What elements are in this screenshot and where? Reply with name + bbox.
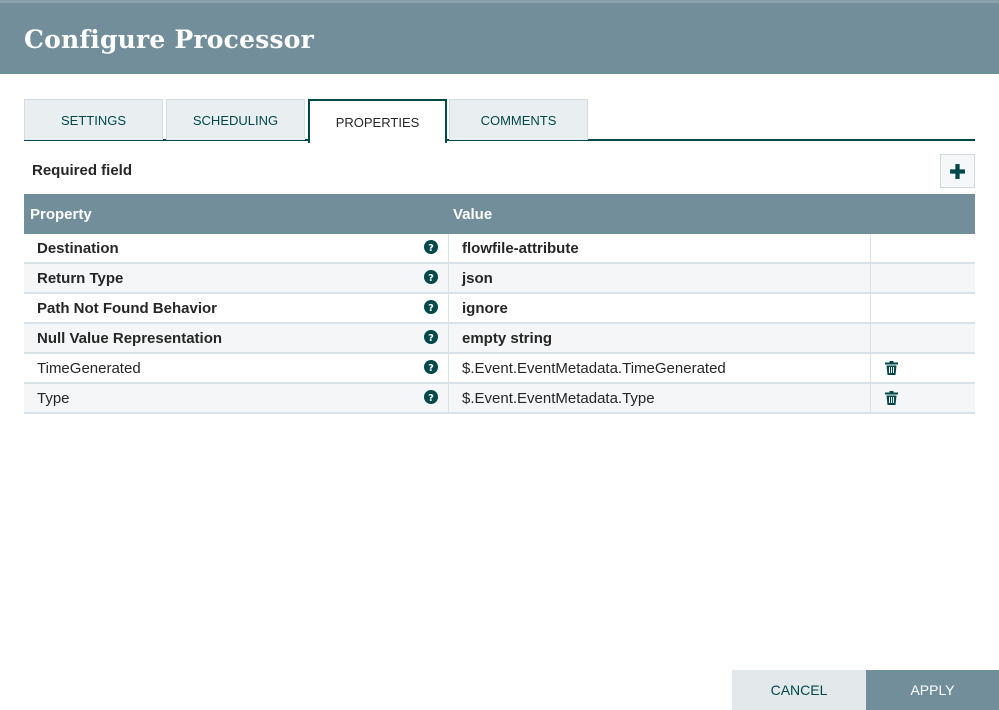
tab-properties[interactable]: PROPERTIES — [308, 99, 447, 143]
apply-button[interactable]: APPLY — [866, 670, 999, 710]
property-name: TimeGenerated — [37, 360, 141, 377]
column-divider — [448, 354, 449, 382]
column-divider — [870, 234, 871, 262]
svg-text:?: ? — [428, 363, 434, 374]
column-header-value[interactable]: Value — [453, 206, 492, 223]
svg-text:?: ? — [428, 303, 434, 314]
column-divider — [448, 324, 449, 352]
column-divider — [870, 294, 871, 322]
table-row[interactable]: Null Value Representation? empty string — [24, 324, 975, 354]
help-icon[interactable]: ? — [424, 330, 438, 344]
dialog-header: Configure Processor — [0, 0, 999, 74]
table-body: Destination? flowfile-attribute Return Typ… — [24, 234, 975, 414]
table-row[interactable]: Type? $.Event.EventMetadata.Type — [24, 384, 975, 414]
tab-comments[interactable]: COMMENTS — [449, 99, 588, 140]
property-value[interactable]: empty string — [462, 330, 552, 347]
svg-text:?: ? — [428, 393, 434, 404]
table-header: Property Value — [24, 194, 975, 234]
column-divider — [870, 354, 871, 382]
plus-icon — [950, 163, 965, 179]
help-icon[interactable]: ? — [424, 360, 438, 374]
tab-scheduling[interactable]: SCHEDULING — [166, 99, 305, 140]
svg-text:?: ? — [428, 333, 434, 344]
table-row[interactable]: Path Not Found Behavior? ignore — [24, 294, 975, 324]
column-divider — [870, 264, 871, 292]
table-row[interactable]: Return Type? json — [24, 264, 975, 294]
help-icon[interactable]: ? — [424, 300, 438, 314]
cancel-button[interactable]: CANCEL — [732, 670, 866, 710]
column-divider — [448, 384, 449, 412]
svg-text:?: ? — [428, 273, 434, 284]
required-field-label: Required field — [32, 162, 133, 179]
property-value[interactable]: $.Event.EventMetadata.Type — [462, 390, 655, 407]
table-row[interactable]: TimeGenerated? $.Event.EventMetadata.Time… — [24, 354, 975, 384]
column-divider — [448, 234, 449, 262]
tab-settings[interactable]: SETTINGS — [24, 99, 163, 140]
property-value[interactable]: ignore — [462, 300, 508, 317]
property-name: Type — [37, 390, 70, 407]
column-divider — [448, 294, 449, 322]
property-name: Path Not Found Behavior — [37, 300, 217, 317]
column-header-property[interactable]: Property — [30, 206, 92, 223]
property-name: Destination — [37, 240, 119, 257]
column-divider — [870, 384, 871, 412]
property-value[interactable]: json — [462, 270, 493, 287]
tab-bar: SETTINGS SCHEDULING PROPERTIES COMMENTS — [24, 99, 975, 143]
trash-icon[interactable] — [885, 361, 898, 375]
column-divider — [870, 324, 871, 352]
help-icon[interactable]: ? — [424, 240, 438, 254]
help-icon[interactable]: ? — [424, 390, 438, 404]
property-value[interactable]: $.Event.EventMetadata.TimeGenerated — [462, 360, 726, 377]
property-name: Null Value Representation — [37, 330, 223, 347]
svg-text:?: ? — [428, 243, 434, 254]
column-divider — [448, 264, 449, 292]
property-name: Return Type — [37, 270, 124, 287]
help-icon[interactable]: ? — [424, 270, 438, 284]
property-value[interactable]: flowfile-attribute — [462, 240, 579, 257]
add-property-button[interactable] — [940, 154, 975, 188]
trash-icon[interactable] — [885, 391, 898, 405]
dialog-title: Configure Processor — [24, 25, 315, 54]
properties-table: Property Value Destination? flowfile-attr… — [24, 194, 975, 414]
table-row[interactable]: Destination? flowfile-attribute — [24, 234, 975, 264]
